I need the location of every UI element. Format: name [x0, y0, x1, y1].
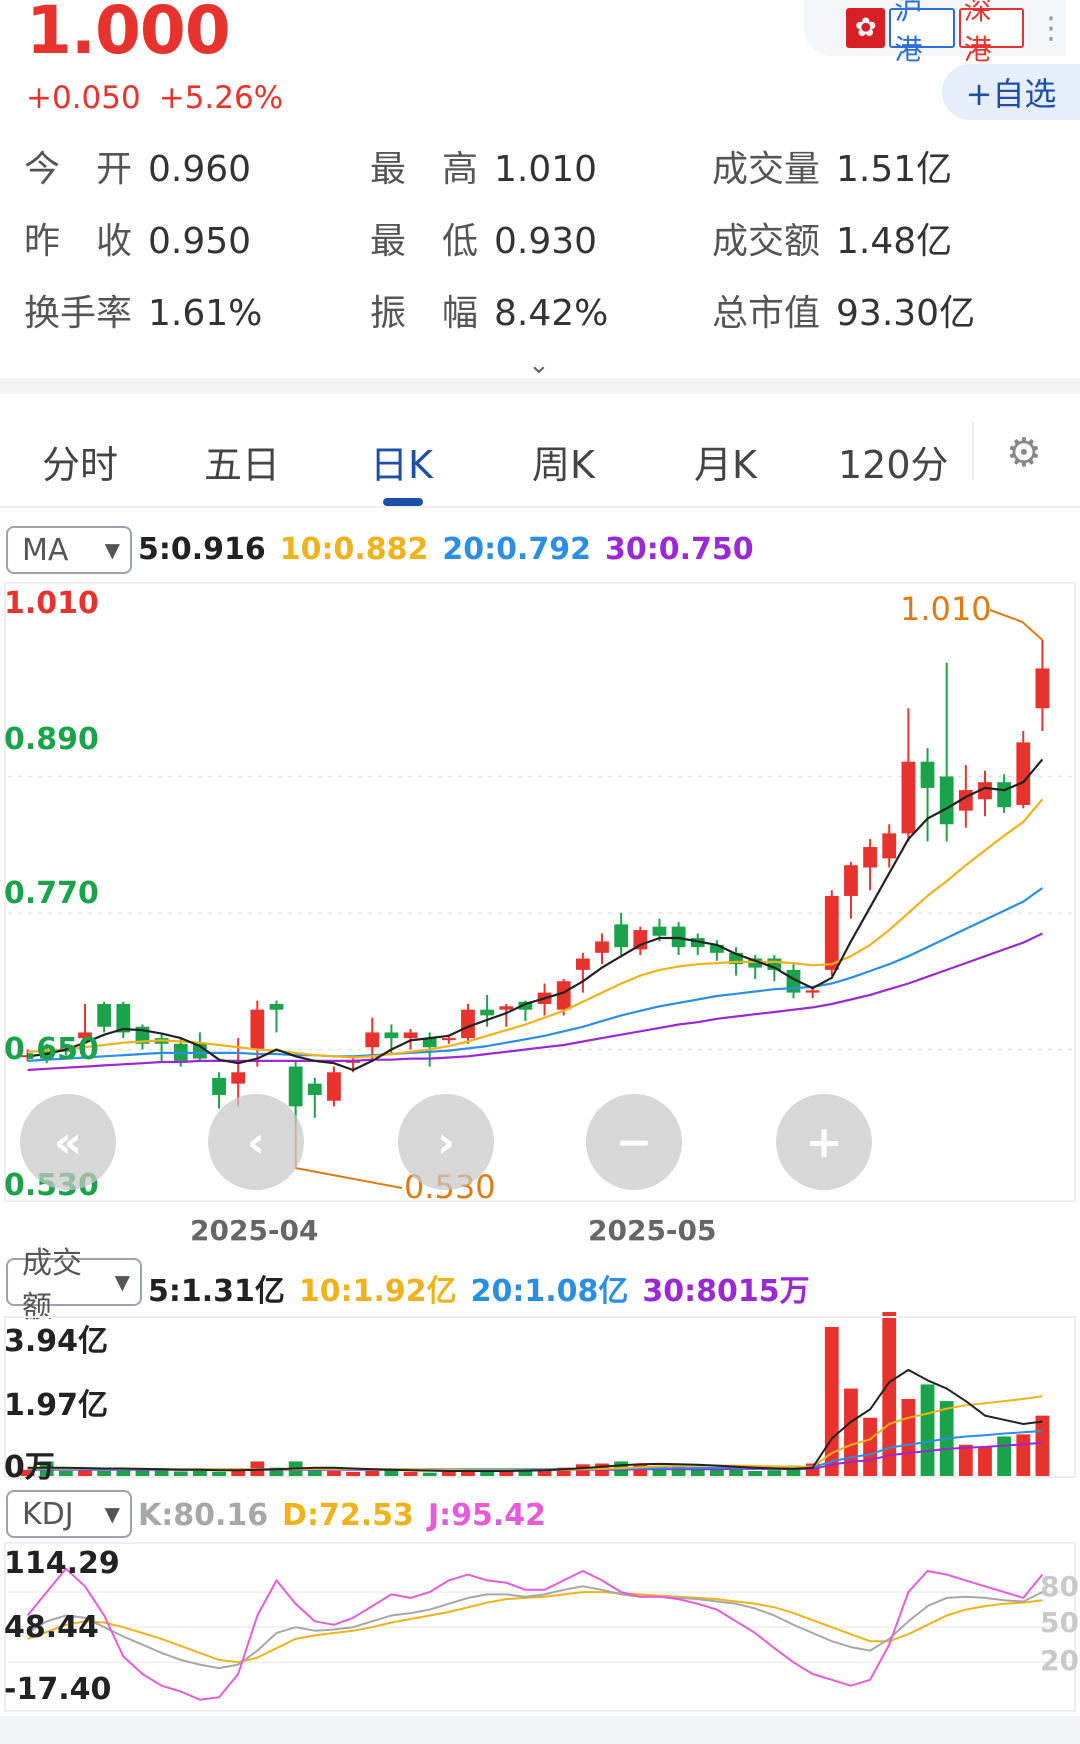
kline-chart[interactable]: [0, 0, 1080, 1744]
minus-icon: −: [615, 1116, 653, 1168]
amount-panel[interactable]: [4, 1316, 1076, 1478]
kdj-panel[interactable]: [4, 1542, 1076, 1712]
kdj-select-label: KDJ: [22, 1496, 74, 1532]
candle-body: [575, 958, 590, 970]
amount-ma30-value: 30:8015万: [642, 1274, 810, 1309]
ma20-line: [27, 887, 1044, 1062]
kdj-right-tick: 80: [1040, 1570, 1079, 1603]
amount-legend: 5:1.31亿 10:1.92亿 20:1.08亿 30:8015万: [148, 1266, 824, 1310]
candle-body: [901, 761, 916, 834]
y-tick-label: 48.44: [4, 1610, 99, 1645]
candle-body: [920, 761, 935, 788]
candle-body: [1035, 668, 1050, 709]
candle-body: [1016, 742, 1031, 805]
candle-body: [652, 926, 667, 936]
candle-body: [231, 1072, 246, 1084]
chevron-right-icon: ›: [436, 1116, 456, 1168]
y-tick-label: 114.29: [4, 1546, 120, 1581]
y-tick-label: 0.770: [4, 876, 99, 911]
candle-body: [882, 833, 897, 859]
y-tick-label: 0.650: [4, 1032, 99, 1067]
candle-body: [805, 990, 820, 993]
candle-body: [499, 1006, 514, 1010]
kdj-right-tick: 20: [1040, 1644, 1079, 1677]
plus-icon: +: [805, 1116, 843, 1168]
amount-ma20-value: 20:1.08亿: [470, 1274, 629, 1309]
candle-body: [365, 1032, 380, 1048]
candle-body: [939, 776, 954, 825]
bottom-divider: [0, 1716, 1080, 1744]
kdj-legend: K:80.16 D:72.53 J:95.42: [138, 1498, 560, 1533]
amount-select-label: 成交额: [22, 1246, 82, 1325]
candle-body: [863, 847, 877, 868]
kdj-k-value: K:80.16: [138, 1498, 269, 1533]
max-annotation-leader: [989, 609, 1044, 641]
candle-body: [269, 1004, 284, 1010]
candle-body: [441, 1038, 456, 1041]
candle-body: [288, 1066, 303, 1107]
candle-body: [97, 1004, 112, 1027]
max-price-annotation: 1.010: [900, 590, 992, 628]
kdj-d-value: D:72.53: [282, 1498, 414, 1533]
min-annotation-leader: [294, 1123, 403, 1189]
candle-body: [403, 1032, 418, 1039]
x-tick-label: 2025-04: [190, 1214, 319, 1247]
chevron-down-icon: ▼: [114, 1270, 130, 1294]
scroll-right-button[interactable]: ›: [398, 1094, 494, 1190]
scroll-left-button[interactable]: ‹: [208, 1094, 304, 1190]
stock-detail-screen: { "quote": { "price": "1.000", "change":…: [0, 0, 1080, 1744]
amount-ma10-value: 10:1.92亿: [298, 1274, 457, 1309]
candle-body: [480, 1009, 495, 1016]
candle-body: [327, 1072, 341, 1101]
rewind-button[interactable]: «: [20, 1094, 116, 1190]
zoom-out-button[interactable]: −: [586, 1094, 682, 1190]
ma5-line: [27, 758, 1044, 1072]
candle-body: [384, 1032, 399, 1039]
candle-body: [671, 926, 686, 948]
kdj-j-value: J:95.42: [427, 1498, 546, 1533]
y-tick-label: -17.40: [4, 1672, 112, 1707]
y-tick-label: 0.890: [4, 722, 99, 757]
candle-body: [614, 924, 629, 948]
kdj-indicator-select[interactable]: KDJ ▼: [6, 1490, 132, 1538]
candle-body: [844, 865, 858, 896]
double-chevron-left-icon: «: [53, 1116, 83, 1168]
y-tick-label: 1.97亿: [4, 1388, 109, 1423]
candle-body: [595, 941, 609, 953]
zoom-in-button[interactable]: +: [776, 1094, 872, 1190]
chevron-down-icon: ▼: [104, 1502, 120, 1526]
y-tick-label: 0万: [4, 1450, 55, 1485]
y-tick-label: 3.94亿: [4, 1324, 109, 1359]
x-tick-label: 2025-05: [588, 1214, 717, 1247]
kdj-right-tick: 50: [1040, 1606, 1079, 1639]
candle-body: [824, 895, 839, 970]
amount-ma5-value: 5:1.31亿: [148, 1274, 285, 1309]
candle-body: [997, 782, 1012, 808]
candle-body: [556, 981, 571, 1010]
candle-body: [250, 1009, 265, 1050]
candle-body: [212, 1077, 226, 1095]
chevron-left-icon: ‹: [246, 1116, 266, 1168]
amount-indicator-select[interactable]: 成交额 ▼: [6, 1246, 142, 1325]
candle-body: [307, 1083, 322, 1095]
y-tick-label: 1.010: [4, 586, 99, 621]
